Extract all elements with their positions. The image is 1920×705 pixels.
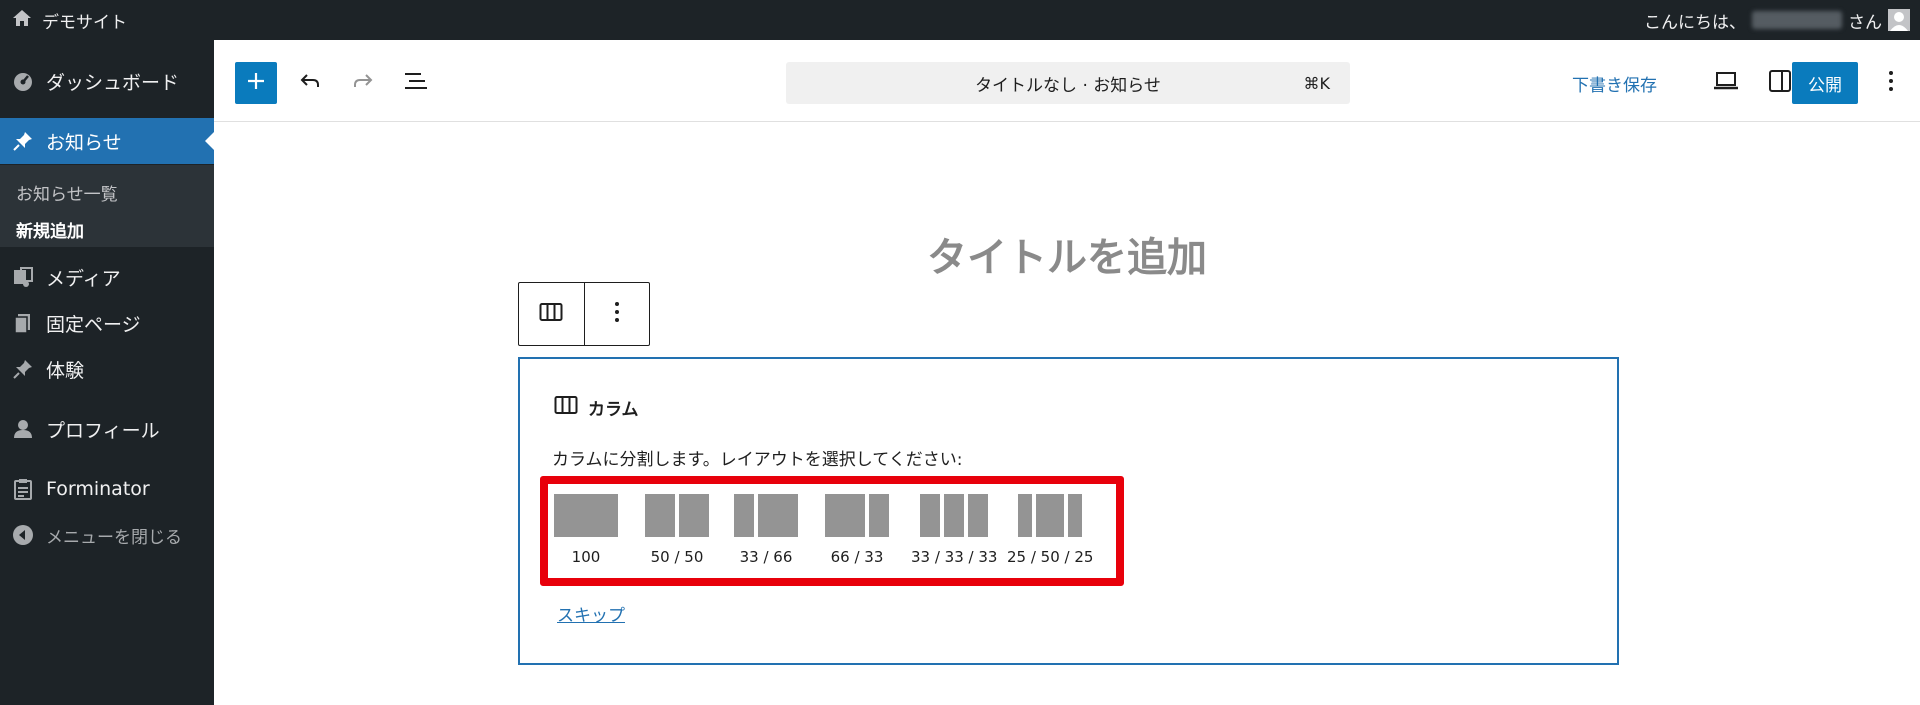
- sidebar-item-news[interactable]: お知らせ: [0, 118, 214, 164]
- sidebar-item-label: プロフィール: [46, 419, 160, 442]
- columns-block-placeholder: カラム カラムに分割します。レイアウトを選択してください: 100 50 / 5…: [518, 357, 1619, 665]
- redo-button[interactable]: [342, 62, 384, 104]
- document-title: タイトルなし · お知らせ: [975, 75, 1161, 96]
- options-menu-button[interactable]: [1870, 62, 1912, 104]
- sidebar-item-dashboard[interactable]: ダッシュボード: [0, 58, 214, 104]
- block-type-button[interactable]: [519, 283, 584, 345]
- greeting-suffix: さん: [1848, 12, 1882, 33]
- collapse-menu-label: メニューを閉じる: [46, 527, 182, 548]
- plus-icon: [246, 71, 266, 95]
- avatar[interactable]: [1888, 9, 1910, 31]
- sidebar-item-pages[interactable]: 固定ページ: [0, 300, 214, 346]
- list-view-icon: [403, 69, 429, 97]
- collapse-menu-button[interactable]: メニューを閉じる: [0, 512, 214, 558]
- sidebar-item-media[interactable]: メディア: [0, 254, 214, 300]
- submenu-add-new[interactable]: 新規追加: [16, 217, 84, 242]
- admin-bar: デモサイト こんにちは、 さん: [0, 0, 1920, 40]
- blurred-username: [1752, 11, 1842, 29]
- sidebar-submenu: お知らせ一覧 新規追加: [0, 165, 214, 247]
- preview-button[interactable]: [1705, 62, 1747, 104]
- variation-label: 50 / 50: [650, 548, 704, 566]
- sidebar-item-label: メディア: [46, 267, 121, 290]
- sidebar-item-experience[interactable]: 体験: [0, 346, 214, 392]
- command-palette-bar[interactable]: タイトルなし · お知らせ ⌘K: [786, 62, 1350, 104]
- post-title-placeholder[interactable]: タイトルを追加: [214, 225, 1920, 283]
- page-icon: [0, 312, 46, 334]
- submenu-all-news[interactable]: お知らせ一覧: [16, 180, 118, 205]
- save-draft-button[interactable]: 下書き保存: [1572, 62, 1657, 104]
- skip-link[interactable]: スキップ: [557, 601, 625, 626]
- site-name: デモサイト: [42, 12, 127, 33]
- publish-button[interactable]: 公開: [1792, 62, 1858, 104]
- variation-33-33-33[interactable]: 33 / 33 / 33: [911, 494, 997, 566]
- vertical-ellipsis-icon: [614, 301, 620, 327]
- variation-50-50[interactable]: 50 / 50: [645, 494, 709, 566]
- pin-icon: [0, 358, 46, 380]
- variation-label: 25 / 50 / 25: [1007, 548, 1094, 566]
- account-menu[interactable]: こんにちは、 さん: [1644, 0, 1910, 40]
- block-name: カラム: [588, 400, 639, 420]
- sidebar-item-label: Forminator: [46, 478, 150, 500]
- pin-icon: [0, 130, 46, 152]
- site-name-link[interactable]: デモサイト: [12, 0, 127, 40]
- sidebar-item-forminator[interactable]: Forminator: [0, 466, 214, 512]
- variation-label: 66 / 33: [830, 548, 884, 566]
- sidebar-toggle-icon: [1768, 69, 1792, 97]
- variation-label: 100: [571, 548, 601, 566]
- undo-button[interactable]: [289, 62, 331, 104]
- block-toolbar: [518, 282, 650, 346]
- document-overview-button[interactable]: [395, 62, 437, 104]
- redo-icon: [351, 69, 375, 97]
- clipboard-icon: [0, 478, 46, 500]
- vertical-ellipsis-icon: [1888, 70, 1894, 96]
- command-shortcut: ⌘K: [1303, 73, 1331, 93]
- columns-icon: [539, 302, 563, 326]
- dashboard-icon: [0, 70, 46, 92]
- variation-33-66[interactable]: 33 / 66: [734, 494, 798, 566]
- media-icon: [0, 266, 46, 288]
- user-icon: [0, 418, 46, 440]
- add-block-button[interactable]: [235, 62, 277, 104]
- variation-25-50-25[interactable]: 25 / 50 / 25: [1007, 494, 1093, 566]
- home-icon: [12, 8, 32, 33]
- variation-100[interactable]: 100: [554, 494, 618, 566]
- laptop-icon: [1713, 71, 1739, 95]
- block-options-button[interactable]: [585, 283, 650, 345]
- sidebar-item-label: 固定ページ: [46, 313, 141, 336]
- sidebar-item-label: 体験: [46, 359, 85, 382]
- collapse-icon: [0, 524, 46, 546]
- layout-variations-highlight: 100 50 / 50 33 / 66 66 / 33 33 / 33 / 33…: [540, 476, 1124, 586]
- columns-icon: [554, 395, 578, 420]
- placeholder-heading: カラム: [554, 395, 639, 420]
- sidebar-item-label: お知らせ: [46, 131, 122, 154]
- sidebar-item-label: ダッシュボード: [46, 71, 180, 94]
- variation-66-33[interactable]: 66 / 33: [825, 494, 889, 566]
- undo-icon: [298, 69, 322, 97]
- variation-label: 33 / 66: [739, 548, 793, 566]
- variation-label: 33 / 33 / 33: [911, 548, 998, 566]
- sidebar-item-profile[interactable]: プロフィール: [0, 406, 214, 452]
- placeholder-instructions: カラムに分割します。レイアウトを選択してください:: [552, 450, 963, 470]
- editor-header: タイトルなし · お知らせ ⌘K 下書き保存 公開: [214, 40, 1920, 122]
- greeting-prefix: こんにちは、: [1644, 12, 1746, 33]
- admin-sidebar: ダッシュボード お知らせ お知らせ一覧 新規追加 メディア 固定ページ 体験 プ…: [0, 40, 214, 705]
